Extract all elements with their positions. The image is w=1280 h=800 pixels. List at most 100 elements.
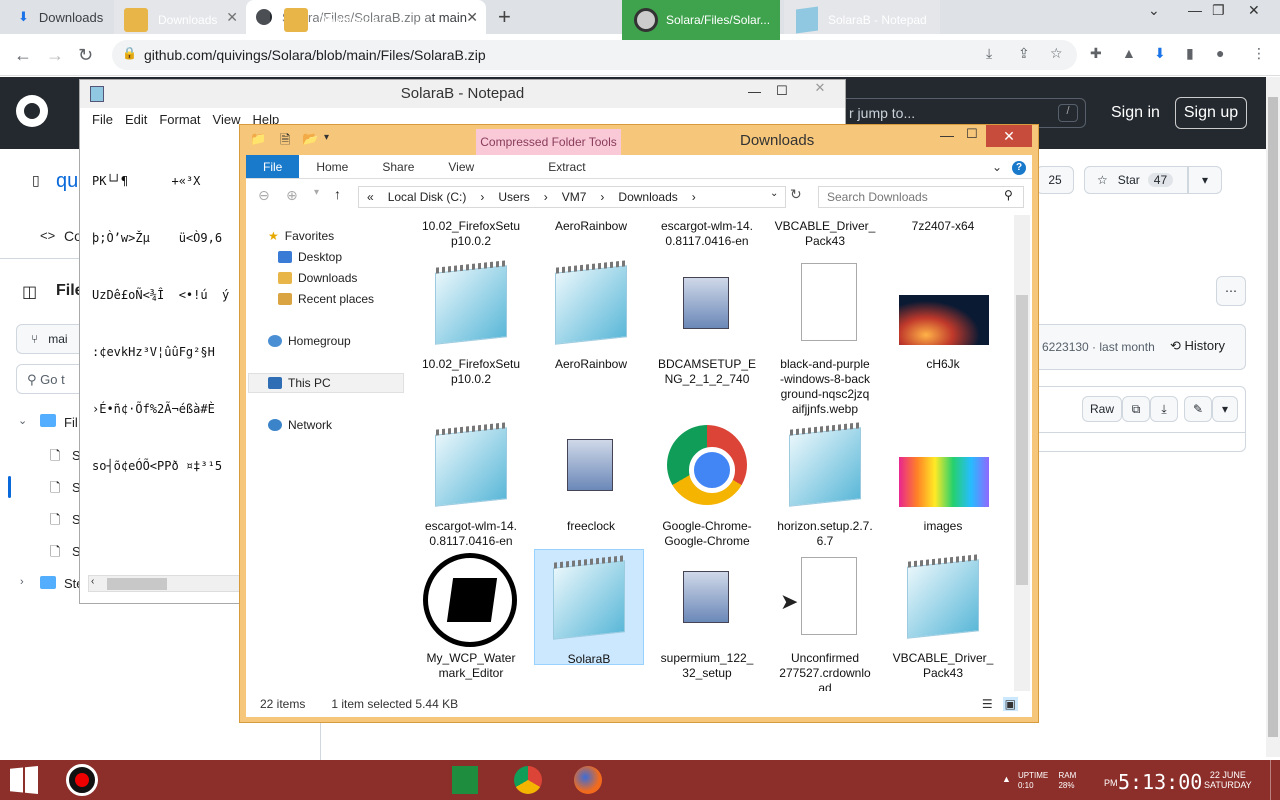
new-folder-icon[interactable]: 📂 [302, 131, 318, 147]
taskbar-item-notepad[interactable]: SolaraB - Notepad [784, 0, 940, 40]
chevron-down-icon[interactable]: ⌄ [988, 155, 1006, 178]
file-item[interactable]: escargot-wlm-14. 0.8117.0416-en [416, 421, 526, 549]
breadcrumb-downloads[interactable]: Downloads [618, 190, 677, 204]
firefox-icon[interactable] [574, 766, 602, 794]
raw-button[interactable]: Raw [1082, 396, 1122, 422]
clock[interactable]: 5:13:00 [1118, 770, 1202, 794]
bookmark-star-icon[interactable]: ☆ [1050, 45, 1063, 62]
menu-edit[interactable]: Edit [125, 112, 147, 127]
back-icon[interactable]: ⊖ [258, 187, 270, 204]
copy-icon[interactable]: ⧉ [1122, 396, 1150, 422]
file-item[interactable]: My_WCP_Water mark_Editor [416, 553, 526, 681]
file-item[interactable]: 10.02_FirefoxSetu p10.0.2 [416, 219, 526, 249]
chevron-down-icon[interactable]: ▾ [1212, 396, 1238, 422]
downloads-icon[interactable]: ⬇ [1154, 45, 1166, 62]
menu-view[interactable]: View [213, 112, 241, 127]
date[interactable]: 22 JUNE SATURDAY [1204, 770, 1252, 790]
more-options-button[interactable]: ⋯ [1216, 276, 1246, 306]
sign-in-link[interactable]: Sign in [1111, 104, 1160, 122]
notepad-text-area[interactable]: PK└┘¶ +«³X þ;Ò’w>Žµ ü<Ò9,6 UzDê£oÑ<¾Î <•… [92, 134, 229, 514]
file-item[interactable]: Google-Chrome- Google-Chrome [652, 421, 762, 549]
nav-downloads[interactable]: Downloads [278, 271, 357, 285]
scrollbar-thumb[interactable] [1016, 295, 1028, 585]
close-button[interactable]: ✕ [1248, 2, 1260, 19]
taskbar-item-browser[interactable]: Solara/Files/Solar... [622, 0, 780, 40]
sidepanel-icon[interactable]: ▮ [1186, 45, 1194, 62]
reload-button[interactable]: ↻ [78, 45, 93, 66]
start-windows-icon[interactable] [10, 766, 38, 794]
up-arrow-icon[interactable]: ↑ [334, 186, 341, 202]
star-dropdown[interactable]: ▾ [1188, 166, 1222, 194]
new-tab-button[interactable]: + [498, 4, 511, 30]
maximize-button[interactable]: ☐ [776, 83, 788, 99]
ribbon-tab-share[interactable]: Share [365, 155, 431, 178]
properties-icon[interactable]: 🗎 [280, 131, 290, 153]
file-item[interactable]: AeroRainbow [536, 259, 646, 372]
minimize-button[interactable]: — [940, 127, 954, 143]
chevron-down-icon[interactable]: ▾ [324, 132, 329, 143]
branch-selector[interactable]: ⑂ mai [16, 324, 86, 354]
chevron-down-icon[interactable]: ⌄ [770, 188, 778, 199]
tree-folder-files[interactable]: Fil [64, 415, 78, 430]
nav-favorites[interactable]: ★ Favorites [268, 229, 334, 243]
vertical-scrollbar[interactable] [1014, 215, 1030, 691]
profile-icon[interactable]: ● [1216, 45, 1224, 61]
minimize-button[interactable]: — [748, 84, 761, 99]
file-item[interactable]: images [888, 421, 998, 534]
repo-owner-link[interactable]: qu [56, 170, 78, 193]
back-button[interactable]: ← [14, 45, 32, 66]
scrollbar-thumb[interactable] [107, 578, 167, 590]
file-item[interactable]: escargot-wlm-14. 0.8117.0416-en [652, 219, 762, 249]
search-input[interactable]: Search Downloads [818, 186, 1024, 208]
watch-count[interactable]: 25 [1036, 166, 1074, 194]
horizontal-scrollbar[interactable]: ‹ [88, 575, 240, 592]
taskbar-item-explorer[interactable]: Downloads [114, 0, 270, 40]
file-item[interactable]: BDCAMSETUP_E NG_2_1_2_740 [652, 259, 762, 387]
show-desktop-button[interactable] [1270, 760, 1280, 800]
close-icon[interactable]: ✕ [466, 9, 478, 26]
breadcrumb-vm7[interactable]: VM7 [562, 190, 587, 204]
menu-format[interactable]: Format [159, 112, 200, 127]
share-icon[interactable]: ⇪ [1018, 45, 1030, 62]
ribbon-tab-view[interactable]: View [431, 155, 491, 178]
forward-icon[interactable]: ⊕ [286, 187, 298, 204]
forward-button[interactable]: → [46, 45, 64, 66]
file-item[interactable]: 10.02_FirefoxSetu p10.0.2 [416, 259, 526, 387]
nav-desktop[interactable]: Desktop [278, 250, 342, 264]
star-button[interactable]: ☆ Star 47 [1084, 166, 1188, 194]
sidebar-toggle-icon[interactable]: ◫ [22, 282, 37, 302]
context-tab-compressed[interactable]: Compressed Folder Tools [476, 129, 621, 155]
github-logo-icon[interactable] [16, 95, 48, 127]
tray-chevron-up-icon[interactable]: ▲ [1002, 774, 1011, 784]
sign-up-button[interactable]: Sign up [1175, 97, 1247, 129]
file-item[interactable]: Unconfirmed 277527.crdownlo ad [770, 553, 880, 691]
nav-this-pc[interactable]: This PC [268, 376, 331, 390]
chevron-down-icon[interactable]: ⌄ [1148, 2, 1160, 19]
file-item[interactable]: black-and-purple -windows-8-back ground-… [770, 259, 880, 417]
extensions-icon[interactable]: ✚ [1090, 45, 1102, 62]
maximize-button[interactable]: ☐ [966, 126, 978, 142]
file-item[interactable]: supermium_122_ 32_setup [652, 553, 762, 681]
minimize-button[interactable]: — [1188, 2, 1202, 18]
page-scrollbar[interactable] [1266, 77, 1280, 757]
file-item[interactable]: freeclock [536, 421, 646, 534]
ribbon-tab-home[interactable]: Home [299, 155, 365, 178]
record-icon[interactable] [66, 764, 98, 796]
edit-pencil-icon[interactable]: ✎ [1184, 396, 1212, 422]
chevron-down-icon[interactable]: ▾ [314, 187, 319, 198]
download-icon[interactable]: ⤓ [1150, 396, 1178, 422]
history-link[interactable]: ⟲ History [1170, 338, 1225, 354]
breadcrumb-local-disk[interactable]: Local Disk (C:) [388, 190, 467, 204]
file-item-selected[interactable]: SolaraB [534, 549, 644, 666]
breadcrumb[interactable]: « Local Disk (C:) › Users › VM7 › Downlo… [358, 186, 786, 208]
close-button[interactable]: ✕ [986, 125, 1032, 147]
lab-icon[interactable]: ▲ [1122, 45, 1136, 61]
ribbon-tab-extract[interactable]: Extract [531, 155, 602, 178]
file-item[interactable]: horizon.setup.2.7. 6.7 [770, 421, 880, 549]
file-item[interactable]: cH6Jk [888, 259, 998, 372]
nav-homegroup[interactable]: Homegroup [268, 334, 351, 348]
scrollbar-thumb[interactable] [1268, 97, 1278, 737]
install-icon[interactable]: ⤓ [986, 45, 992, 62]
file-item[interactable]: 7z2407-x64 [888, 219, 998, 234]
menu-file[interactable]: File [92, 112, 113, 127]
